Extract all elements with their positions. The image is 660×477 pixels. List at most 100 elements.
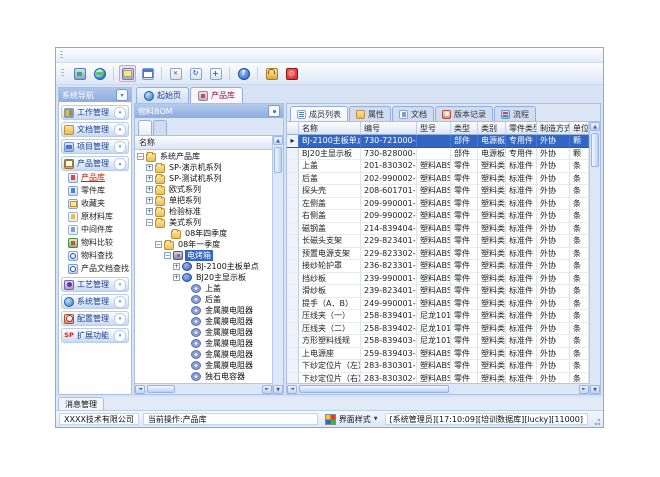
row-selector[interactable] [287, 148, 299, 161]
toolbar-button[interactable] [119, 65, 136, 82]
row-selector[interactable] [287, 335, 299, 348]
table-row[interactable]: 方形塑料线规 258-839403-00X 尼龙1010 零件 塑料类 标准件 … [287, 335, 589, 348]
row-selector[interactable] [287, 185, 299, 198]
tree-expander[interactable]: − [155, 241, 162, 248]
table-row[interactable]: 提手（A．B） 249-990001-01X 塑料ABS 零件 塑料类 标准件 … [287, 298, 589, 311]
table-row[interactable]: 长磁头支架 229-823401-00X 塑料ABS 零件 塑料类 标准件 外协… [287, 235, 589, 248]
table-row[interactable]: 挡纱板 239-990001-01X 塑料ABS 零件 塑料类 标准件 外协 条 [287, 273, 589, 286]
tree-expander[interactable] [182, 285, 189, 292]
column-header[interactable]: 名称 [299, 122, 361, 135]
sidebar-entry[interactable]: 文档管理 ▾ [61, 122, 129, 137]
tree-expander[interactable]: + [173, 263, 180, 270]
tree-expander[interactable] [182, 340, 189, 347]
content-tab[interactable]: 文档 [392, 106, 434, 121]
tree-item[interactable]: + BJ20主显示板 [135, 272, 272, 283]
content-tab[interactable]: 成员列表 [290, 106, 348, 121]
tree-item[interactable]: 后盖 [135, 294, 272, 305]
interface-style-button[interactable]: 界面样式 ▼ [322, 413, 381, 425]
pin-icon[interactable] [268, 105, 280, 117]
row-selector[interactable] [287, 173, 299, 186]
tree-item[interactable]: 金属膜电阻器 [135, 305, 272, 316]
tree-item[interactable]: + SP-演示机系列 [135, 162, 272, 173]
tree-item[interactable]: − 美式系列 [135, 217, 272, 228]
scroll-up-icon[interactable]: ▲ [273, 136, 283, 145]
toolbar-button[interactable] [187, 65, 204, 82]
table-row[interactable]: 左侧盖 209-990001-01X 塑料ABS 零件 塑料类 标准件 外协 条 [287, 198, 589, 211]
tree-item[interactable]: + 单把系列 [135, 195, 272, 206]
scroll-right-icon[interactable]: ► [579, 385, 589, 394]
toolbar-button[interactable] [207, 65, 224, 82]
table-hscroll-thumb[interactable] [299, 385, 449, 393]
sidebar-entry[interactable]: 项目管理 ▾ [61, 139, 129, 154]
tree-hscroll-thumb[interactable] [147, 385, 175, 393]
tree-expander[interactable]: − [146, 219, 153, 226]
tree-item[interactable]: 上盖 [135, 283, 272, 294]
row-selector[interactable] [287, 248, 299, 261]
column-header[interactable]: 制造方式 [537, 122, 570, 135]
tree-item[interactable]: − 系统产品库 [135, 151, 272, 162]
row-selector[interactable] [287, 323, 299, 336]
row-selector[interactable] [287, 348, 299, 361]
tree-expander[interactable]: + [146, 197, 153, 204]
column-header[interactable]: 类型 [451, 122, 478, 135]
scroll-up-icon[interactable]: ▲ [590, 122, 600, 131]
table-row[interactable]: 后盖 202-990002-01X 塑料ABS 零件 塑料类 标准件 外协 条 [287, 173, 589, 186]
tree-expander[interactable]: + [173, 274, 180, 281]
table-row[interactable]: 磁钢盖 214-839404-01X 塑料ABS 零件 塑料类 标准件 外协 条 [287, 223, 589, 236]
sidebar-collapse-button[interactable]: ▾ [116, 89, 128, 101]
scroll-down-icon[interactable]: ▼ [273, 385, 283, 394]
tree-expander[interactable]: + [146, 164, 153, 171]
row-selector[interactable] [287, 198, 299, 211]
tree-item[interactable]: − 08年一季度 [135, 239, 272, 250]
sidebar-entry[interactable]: 物料比较 [59, 236, 131, 249]
scroll-down-icon[interactable]: ▼ [590, 385, 600, 394]
section-chevron-button[interactable]: ▾ [114, 141, 126, 153]
tree-expander[interactable] [182, 351, 189, 358]
tree-expander[interactable] [182, 318, 189, 325]
scroll-left-icon[interactable]: ◄ [135, 385, 145, 394]
row-selector[interactable] [287, 210, 299, 223]
column-header[interactable]: 编号 [361, 122, 417, 135]
toolbar-button[interactable] [235, 65, 252, 82]
sidebar-entry[interactable]: 零件库 [59, 184, 131, 197]
sidebar-entry[interactable]: 产品管理 ▴ [61, 156, 129, 171]
section-chevron-button[interactable]: ▾ [114, 279, 126, 291]
bom-version-tab[interactable] [138, 120, 152, 135]
table-row[interactable]: 压线夹（一） 258-839401-00X 尼龙1010 零件 塑料类 标准件 … [287, 310, 589, 323]
table-row[interactable]: 滑纱板 239-823401-00X 塑料ABS 零件 塑料类 标准件 外协 条 [287, 285, 589, 298]
table-horizontal-scrollbar[interactable]: ◄ ► [287, 383, 589, 394]
content-tab[interactable]: 版本记录 [435, 106, 493, 121]
sidebar-entry[interactable]: 中间件库 [59, 223, 131, 236]
table-row[interactable]: 下纱定位片（左） 283-830301-00X 塑料ABS 零件 塑料类 标准件… [287, 360, 589, 373]
tree-column-header[interactable]: 名称 [135, 136, 272, 150]
table-vscroll-thumb[interactable] [591, 133, 599, 167]
menu-item[interactable] [94, 51, 104, 60]
tree-expander[interactable]: + [146, 208, 153, 215]
tree-item[interactable]: + BJ-2100主板单点 [135, 261, 272, 272]
tree-item[interactable]: 08年四季度 [135, 228, 272, 239]
section-chevron-button[interactable]: ▾ [114, 313, 126, 325]
column-header[interactable]: 零件类型 [506, 122, 537, 135]
tree-expander[interactable]: − [164, 252, 171, 259]
section-chevron-button[interactable]: ▾ [114, 330, 126, 342]
scroll-right-icon[interactable]: ► [262, 385, 272, 394]
tree-vertical-scrollbar[interactable]: ▲ ▼ [272, 136, 283, 394]
section-chevron-button[interactable]: ▴ [114, 158, 126, 170]
toolbar-button[interactable] [263, 65, 280, 82]
row-selector[interactable] [287, 273, 299, 286]
menu-grip[interactable] [60, 51, 63, 60]
toolbar-button[interactable] [139, 65, 156, 82]
section-chevron-button[interactable]: ▾ [114, 107, 126, 119]
toolbar-button[interactable] [71, 65, 88, 82]
table-row[interactable]: 右侧盖 209-990002-01X 塑料ABS 零件 塑料类 标准件 外协 条 [287, 210, 589, 223]
table-row[interactable]: 预置电源支架 229-823302-00X 塑料ABS 零件 塑料类 标准件 外… [287, 248, 589, 261]
table-row[interactable]: ▸ BJ-2100主板单点 730-721000-12X 部件 电源板 专用件 … [287, 135, 589, 148]
tree-expander[interactable] [182, 373, 189, 380]
menu-item[interactable] [68, 51, 78, 60]
table-row[interactable]: 压线夹（二） 258-839402-00X 尼龙1010 零件 塑料类 标准件 … [287, 323, 589, 336]
document-tab[interactable]: 产品库 [190, 87, 243, 103]
bom-version-tab[interactable] [153, 120, 167, 135]
resize-grip[interactable] [592, 413, 600, 425]
sidebar-entry[interactable]: 工作管理 ▾ [61, 105, 129, 120]
toolbar-button[interactable] [257, 67, 258, 80]
